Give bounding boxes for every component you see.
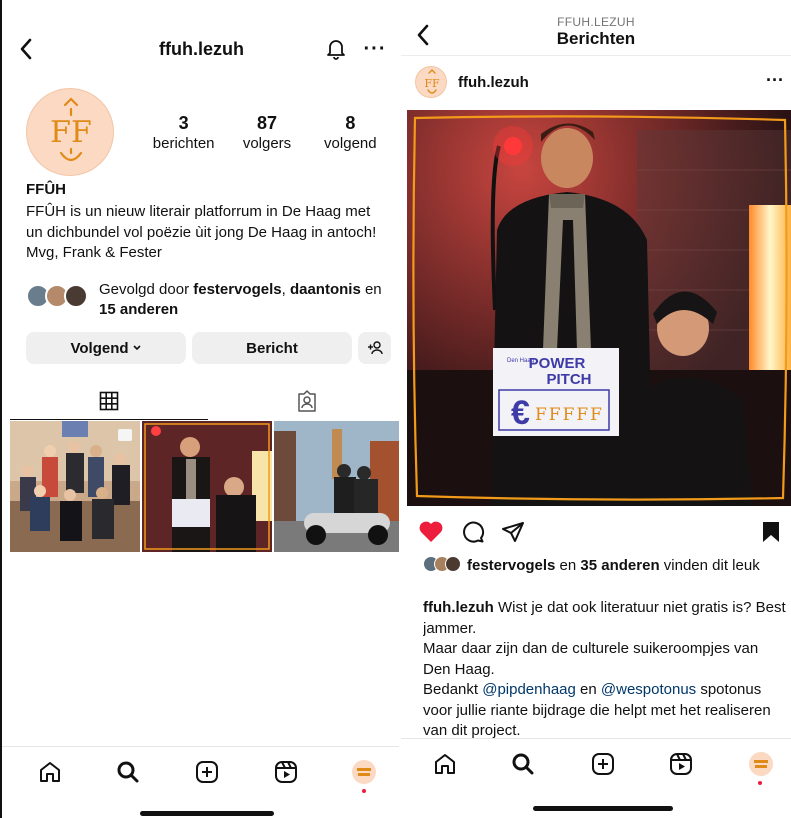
stat-label: volgers <box>242 135 292 152</box>
profile-avatar[interactable] <box>747 749 775 779</box>
profile-stats: 3 berichten 87 volgers 8 volgend <box>142 112 392 154</box>
bottom-tab-bar <box>2 746 399 800</box>
followed-others[interactable]: 15 anderen <box>99 301 178 318</box>
followed-user[interactable]: festervogels <box>193 281 281 298</box>
sign-euro: € <box>511 394 530 432</box>
likes-user[interactable]: festervogels <box>467 557 555 574</box>
tab-posts-grid[interactable] <box>10 382 208 420</box>
stat-number: 3 <box>178 113 189 133</box>
create-icon[interactable] <box>589 749 617 779</box>
more-options-icon[interactable]: ··· <box>763 70 787 90</box>
liker-avatars <box>423 555 467 573</box>
following-button-label: Volgend <box>70 339 129 357</box>
post-header: FFUH.LEZUH Berichten <box>401 12 791 54</box>
home-indicator <box>533 806 673 811</box>
profile-actions: Volgend Bericht <box>26 332 391 364</box>
home-indicator <box>140 811 274 816</box>
bottom-tab-bar <box>401 738 791 792</box>
search-icon[interactable] <box>114 757 142 787</box>
caption-text-2: Maar daar zijn dan de culturele suikeroo… <box>423 640 759 678</box>
post-author-row: FF ffuh.lezuh ··· <box>401 66 791 102</box>
mention-link[interactable]: @pipdenhaag <box>482 681 576 698</box>
sign-line-1: POWER <box>529 355 586 372</box>
likes-summary[interactable]: festervogels en 35 anderen vinden dit le… <box>423 555 785 576</box>
caption-pre: Bedankt <box>423 681 483 698</box>
follower-avatar <box>64 284 88 308</box>
stat-followers[interactable]: 87 volgers <box>225 112 308 154</box>
sign-ff-text: FFFFF <box>535 405 604 425</box>
following-button[interactable]: Volgend <box>26 332 186 364</box>
caption-first-line: ffuh.lezuh Wist je dat ook literatuur ni… <box>423 598 787 639</box>
header-title: Berichten <box>556 29 636 48</box>
likes-count[interactable]: 35 anderen <box>580 557 659 574</box>
bookmark-icon[interactable] <box>757 518 785 546</box>
bio-text: FFÛH is un nieuw literair platforrum in … <box>26 203 377 261</box>
post-thumbnail[interactable] <box>10 421 140 552</box>
message-button-label: Bericht <box>246 339 298 357</box>
bell-icon[interactable] <box>324 36 348 62</box>
followed-user[interactable]: daantonis <box>290 281 361 298</box>
caption-username[interactable]: ffuh.lezuh <box>423 599 494 616</box>
post-actions <box>401 518 791 548</box>
post-thumbnail[interactable] <box>274 421 399 552</box>
tab-tagged[interactable] <box>208 382 399 420</box>
stat-number: 8 <box>345 113 356 133</box>
stat-label: berichten <box>152 135 215 152</box>
notification-dot <box>758 781 762 785</box>
likes-mid: en <box>555 557 581 574</box>
sign-line-2: PITCH <box>547 371 592 388</box>
profile-avatar[interactable] <box>350 757 378 787</box>
logo-letters: FF <box>424 77 440 90</box>
message-button[interactable]: Bericht <box>192 332 352 364</box>
chevron-down-icon <box>132 344 142 352</box>
profile-tabs <box>2 382 399 420</box>
reels-icon[interactable] <box>667 749 695 779</box>
posts-grid <box>10 421 399 552</box>
stat-number: 87 <box>256 113 277 133</box>
followed-and: en <box>360 281 382 298</box>
more-options-icon[interactable]: ··· <box>362 36 388 62</box>
sign-small-text: Den Haag <box>507 358 534 364</box>
home-icon[interactable] <box>36 757 64 787</box>
author-avatar[interactable]: FF <box>415 66 447 98</box>
likes-suffix: vinden dit leuk <box>659 557 760 574</box>
profile-screen: ffuh.lezuh ··· FF 3 berichten 87 volgers… <box>0 0 399 818</box>
caption-thanks: Bedankt @pipdenhaag en @wespotonus spoto… <box>423 680 787 738</box>
stat-posts[interactable]: 3 berichten <box>142 112 225 154</box>
liker-avatar <box>445 556 461 572</box>
post-thumbnail[interactable] <box>142 421 272 552</box>
bio-name: FFÛH <box>26 181 66 198</box>
search-icon[interactable] <box>509 749 537 779</box>
post-caption: ffuh.lezuh Wist je dat ook literatuur ni… <box>423 598 787 738</box>
mention-link[interactable]: @wespotonus <box>601 681 696 698</box>
followed-separator: , <box>281 281 290 298</box>
reels-icon[interactable] <box>272 757 300 787</box>
logo-letters: FF <box>50 115 92 150</box>
post-screen: FFUH.LEZUH Berichten FF ffuh.lezuh ··· P… <box>401 0 791 818</box>
tagged-person-icon <box>296 390 318 412</box>
post-image[interactable]: POWER PITCH Den Haag € FFFFF <box>407 110 791 506</box>
stat-label: volgend <box>324 135 377 152</box>
followed-prefix: Gevolgd door <box>99 281 194 298</box>
add-person-icon <box>367 341 383 355</box>
header-subtitle: FFUH.LEZUH <box>557 15 635 29</box>
notification-dot <box>362 789 366 793</box>
divider <box>401 55 791 56</box>
author-username[interactable]: ffuh.lezuh <box>458 74 529 91</box>
share-icon[interactable] <box>499 518 527 546</box>
suggest-people-button[interactable] <box>358 332 391 364</box>
profile-header: ffuh.lezuh ··· <box>2 28 399 70</box>
comment-icon[interactable] <box>459 518 487 546</box>
create-icon[interactable] <box>193 757 221 787</box>
home-icon[interactable] <box>431 749 459 779</box>
stat-following[interactable]: 8 volgend <box>309 112 392 154</box>
followed-by-text: Gevolgd door festervogels, daantonis en … <box>99 280 399 320</box>
caption-mid: en <box>575 681 601 698</box>
heart-icon[interactable] <box>417 518 445 546</box>
profile-avatar[interactable]: FF <box>26 88 114 176</box>
grid-icon <box>99 391 119 411</box>
